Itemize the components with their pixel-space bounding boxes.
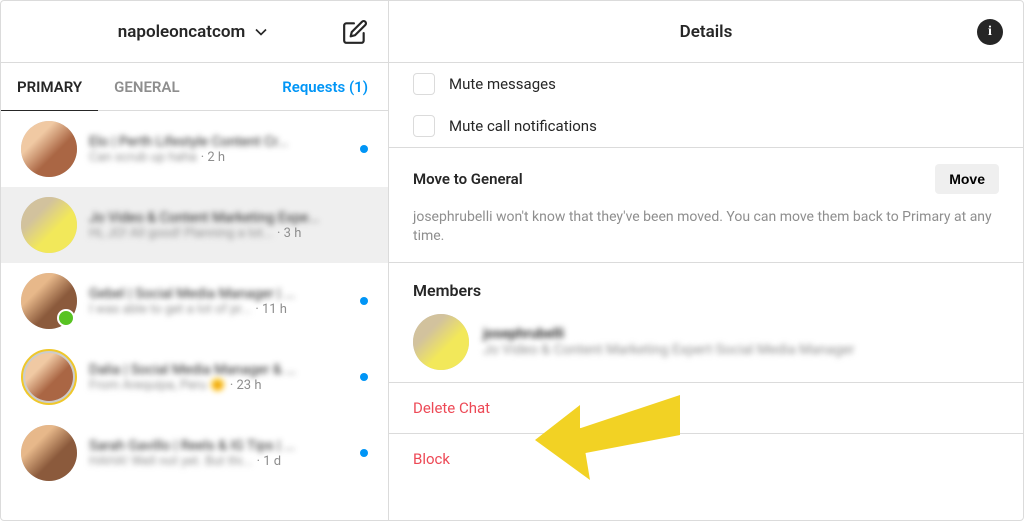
unread-dot-icon (360, 297, 368, 305)
avatar (21, 121, 77, 177)
conversation-name: Jo Video & Content Marketing Expe... (89, 210, 368, 226)
avatar (413, 314, 469, 370)
conversation-preview: I was able to get a lot of pr... (89, 302, 251, 317)
tab-general[interactable]: GENERAL (98, 64, 195, 110)
unread-dot-icon (360, 449, 368, 457)
left-header: napoleoncatcom (1, 1, 388, 63)
avatar (21, 425, 77, 481)
info-icon[interactable]: i (977, 19, 1003, 45)
conversation-name: Elo | Perth Lifestyle Content Cr... (89, 134, 352, 150)
avatar (21, 273, 77, 329)
mute-messages-checkbox[interactable] (413, 73, 435, 95)
avatar (21, 197, 77, 253)
block-action[interactable]: Block (389, 433, 1023, 484)
conversation-preview: HAHA! Well not yet. But thi... (89, 454, 253, 469)
username: napoleoncatcom (118, 22, 245, 42)
member-username: josephrubelli (483, 326, 999, 342)
details-title: Details (680, 22, 733, 42)
conversation-time: · 3 h (277, 226, 301, 241)
conversation-name: Sarah Gavillo | Reels & IG Tips | ... (89, 438, 352, 454)
compose-icon (342, 19, 368, 45)
member-fullname: Jo Video & Content Marketing Expert·Soci… (483, 342, 999, 358)
members-title: Members (413, 281, 999, 300)
move-button[interactable]: Move (935, 164, 999, 194)
mute-messages-row: Mute messages (389, 63, 1023, 105)
conversation-item[interactable]: Dalia | Social Media Manager & ... From … (1, 339, 388, 415)
unread-dot-icon (360, 145, 368, 153)
tab-requests[interactable]: Requests (1) (282, 78, 388, 96)
conversation-preview: Can scrub up haha (89, 150, 197, 165)
mute-messages-label: Mute messages (449, 75, 556, 93)
mute-calls-row: Mute call notifications (389, 105, 1023, 147)
right-header: Details i (389, 1, 1023, 63)
tabs-bar: PRIMARY GENERAL Requests (1) (1, 63, 388, 111)
conversation-time: · 23 h (230, 378, 262, 393)
tab-primary[interactable]: PRIMARY (1, 64, 98, 111)
avatar (21, 349, 77, 405)
conversation-list: Elo | Perth Lifestyle Content Cr... Can … (1, 111, 388, 520)
move-description: josephrubelli won't know that they've be… (413, 208, 999, 246)
member-row[interactable]: josephrubelli Jo Video & Content Marketi… (413, 314, 999, 370)
conversation-time: · 11 h (255, 302, 287, 317)
move-section: Move to General Move josephrubelli won't… (389, 147, 1023, 263)
conversation-name: Gebel | Social Media Manager | ... (89, 286, 352, 302)
chevron-down-icon (251, 22, 271, 42)
compose-button[interactable] (342, 19, 368, 45)
right-panel: Details i Mute messages Mute call notifi… (389, 1, 1023, 520)
mute-calls-label: Mute call notifications (449, 117, 597, 135)
conversation-item[interactable]: Jo Video & Content Marketing Expe... Hi,… (1, 187, 388, 263)
conversation-preview: Hi, JO! All good! Planning a lot... (89, 226, 273, 241)
conversation-preview: From Arequipa, Peru 🌞 (89, 378, 226, 393)
mute-calls-checkbox[interactable] (413, 115, 435, 137)
conversation-item[interactable]: Gebel | Social Media Manager | ... I was… (1, 263, 388, 339)
conversation-item[interactable]: Sarah Gavillo | Reels & IG Tips | ... HA… (1, 415, 388, 491)
unread-dot-icon (360, 373, 368, 381)
left-panel: napoleoncatcom PRIMARY GENERAL Requests … (1, 1, 389, 520)
members-section: Members josephrubelli Jo Video & Content… (389, 263, 1023, 382)
delete-chat-action[interactable]: Delete Chat (389, 382, 1023, 433)
conversation-time: · 2 h (201, 150, 225, 165)
username-switcher[interactable]: napoleoncatcom (118, 22, 271, 42)
move-title: Move to General (413, 170, 523, 188)
conversation-item[interactable]: Elo | Perth Lifestyle Content Cr... Can … (1, 111, 388, 187)
conversation-time: · 1 d (257, 454, 281, 469)
conversation-name: Dalia | Social Media Manager & ... (89, 362, 352, 378)
